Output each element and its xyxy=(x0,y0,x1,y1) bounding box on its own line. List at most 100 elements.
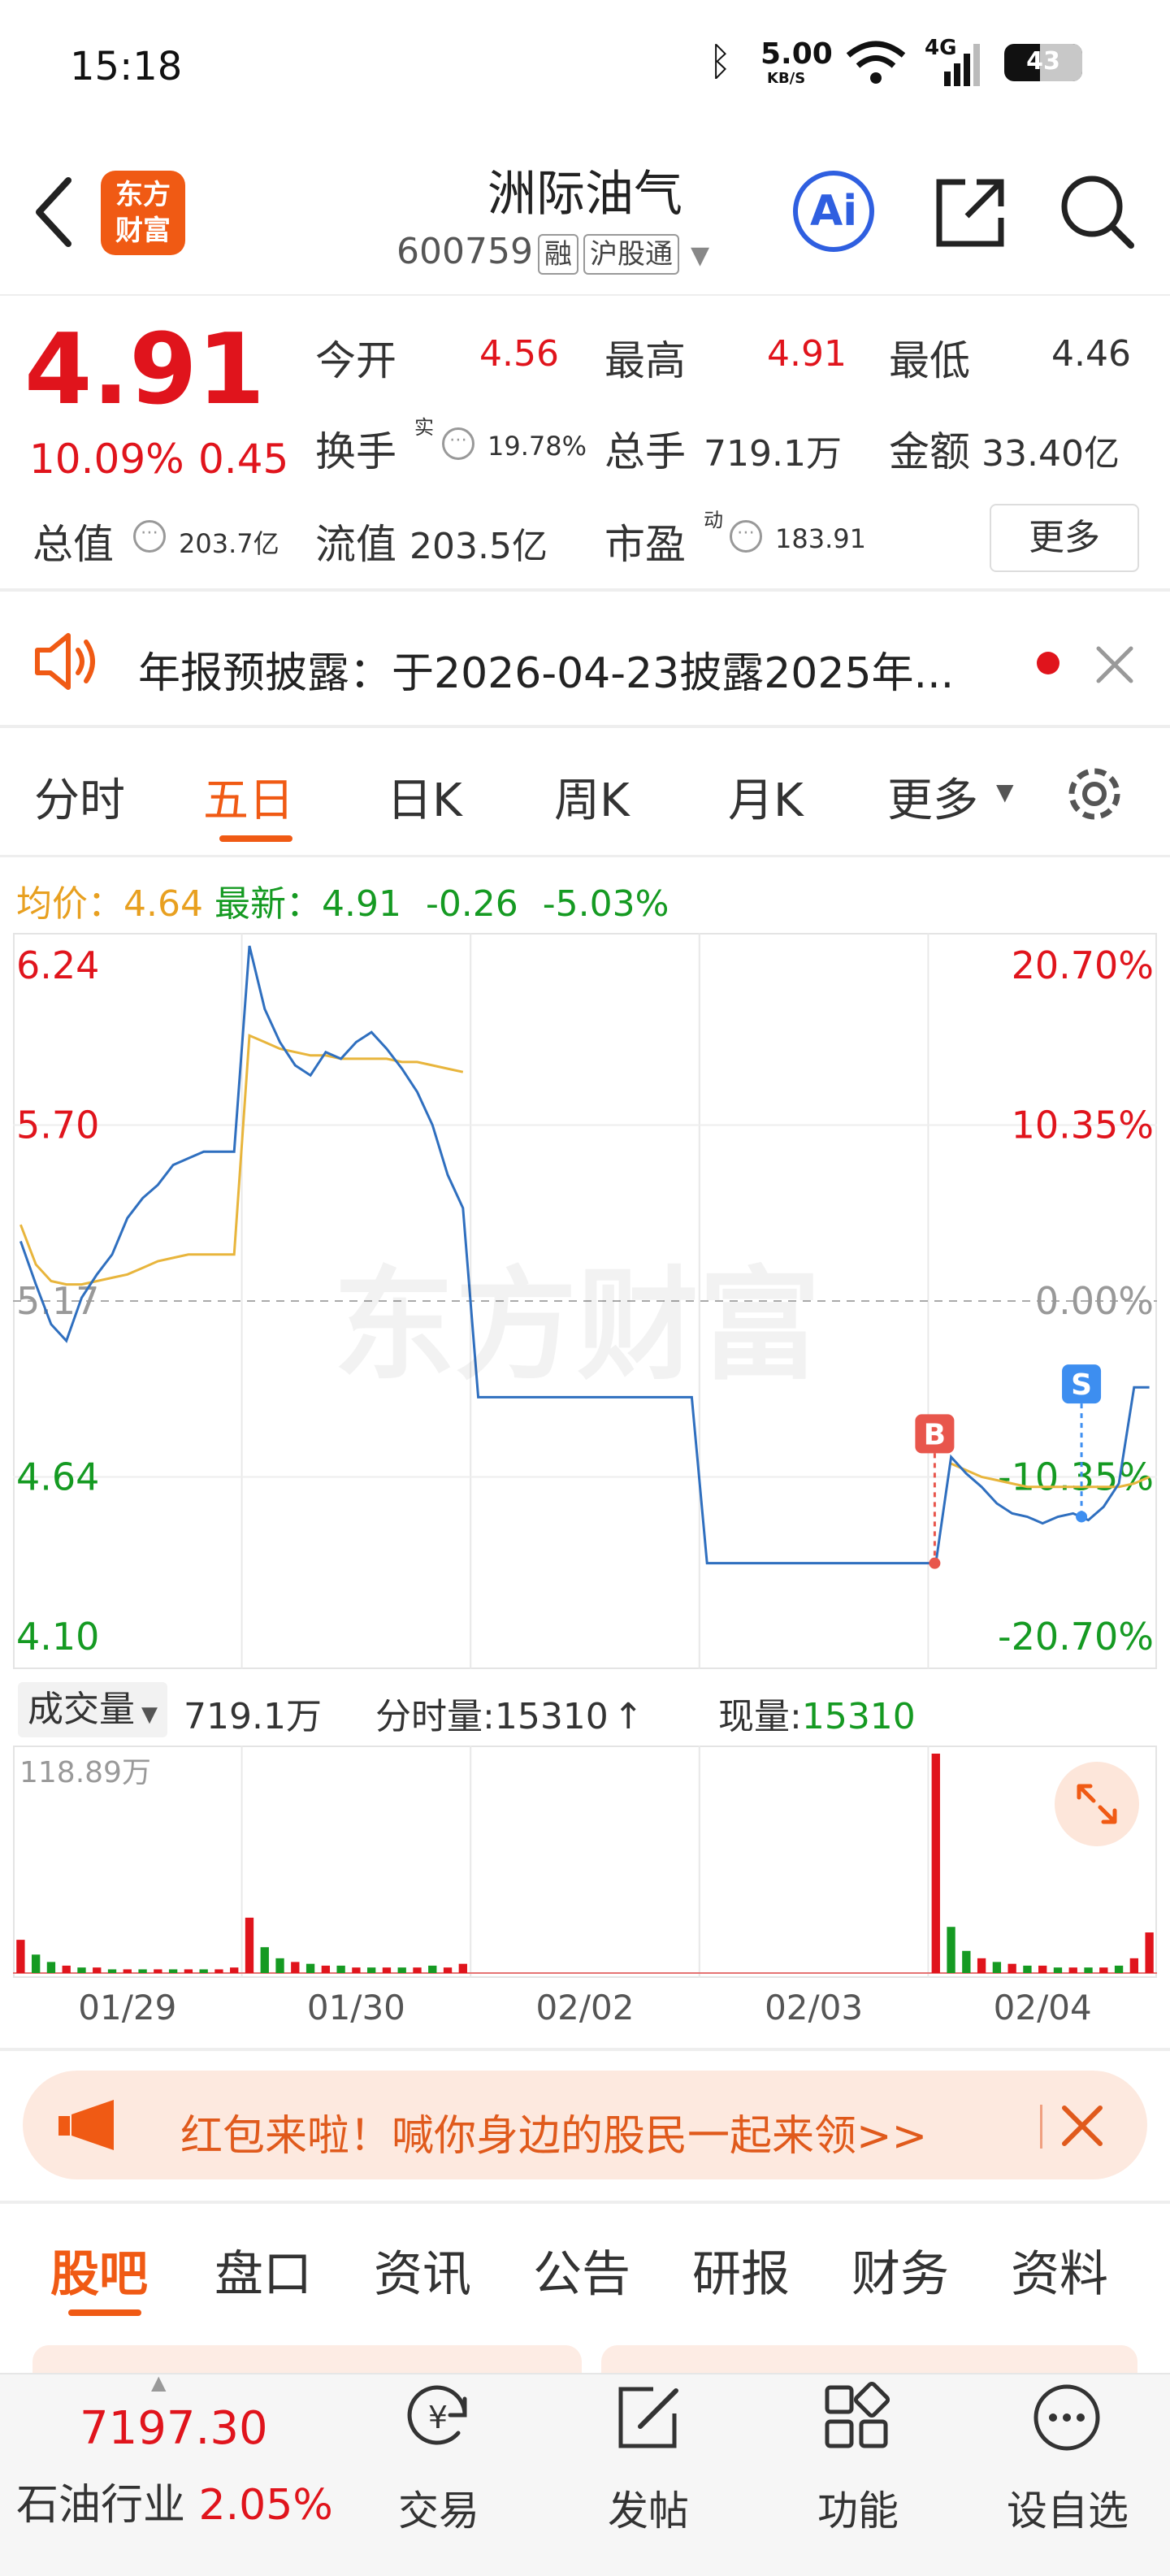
stock-code: 600759 xyxy=(396,231,533,272)
marker-b-label: B xyxy=(924,1418,946,1451)
info-icon[interactable]: ⋯ xyxy=(133,520,166,553)
mktcap-label: 总值 xyxy=(32,521,114,568)
volume-bar xyxy=(413,1967,422,1973)
day-label: 02/02 xyxy=(535,1988,635,2027)
tab-monthly-k[interactable]: 月K xyxy=(728,764,804,830)
megaphone-icon xyxy=(58,2100,114,2150)
volume-bar xyxy=(77,1967,86,1973)
change-amt: 0.45 xyxy=(198,436,289,483)
info-icon[interactable]: ⋯ xyxy=(730,520,762,553)
trade-icon[interactable]: ¥ xyxy=(401,2381,474,2454)
price-tick-label: 4.10 xyxy=(16,1615,99,1659)
open-value: 4.56 xyxy=(479,333,559,375)
volume-bar xyxy=(46,1962,56,1973)
tab-financials[interactable]: 财务 xyxy=(852,2235,949,2305)
more-button[interactable]: 更多 xyxy=(990,504,1139,572)
volume-selector[interactable]: 成交量 ▼ xyxy=(18,1682,167,1737)
signal-icon xyxy=(944,44,980,86)
price-tick-label: 5.70 xyxy=(16,1104,99,1147)
industry-row[interactable]: 石油行业 2.05% xyxy=(16,2470,333,2531)
chevron-down-icon[interactable]: ▼ xyxy=(691,241,709,270)
high-value: 4.91 xyxy=(767,333,847,375)
marker-s-dot xyxy=(1076,1511,1088,1523)
day-label: 01/30 xyxy=(306,1988,405,2027)
volume-bar xyxy=(947,1927,956,1973)
volume-bar xyxy=(138,1969,147,1973)
day-label: 02/04 xyxy=(993,1988,1092,2027)
mktcap-value: 203.7亿 xyxy=(179,528,280,559)
close-icon[interactable] xyxy=(1094,644,1136,686)
float-value: 203.5亿 xyxy=(410,526,548,567)
volume-bar xyxy=(260,1947,269,1973)
volume-bar xyxy=(458,1963,467,1973)
info-icon[interactable]: ⋯ xyxy=(442,427,474,460)
pe-label: 市盈 xyxy=(604,521,686,568)
volume-total: 719.1万 xyxy=(184,1696,322,1737)
gear-icon[interactable] xyxy=(1060,759,1129,829)
volume-bar xyxy=(397,1967,406,1973)
volume-bar xyxy=(1145,1932,1154,1973)
tab-more[interactable]: 更多 xyxy=(887,764,978,830)
tab-profile[interactable]: 资料 xyxy=(1011,2235,1108,2305)
search-icon[interactable] xyxy=(1056,171,1138,252)
tab-weekly-k[interactable]: 周K xyxy=(554,764,630,830)
industry-index[interactable]: 7197.30 xyxy=(80,2402,268,2455)
pct-tick-label: 20.70% xyxy=(1012,943,1154,987)
tab-intraday[interactable]: 分时 xyxy=(34,764,125,830)
volume-bar xyxy=(321,1965,331,1973)
volume-bar xyxy=(1129,1958,1139,1973)
volume-value: 719.1万 xyxy=(704,433,842,475)
volume-chart[interactable] xyxy=(13,1746,1157,1978)
marker-s-label: S xyxy=(1071,1368,1092,1402)
bottom-tab-indicator xyxy=(68,2309,141,2316)
stock-code-row: 600759 融沪股通 ▼ xyxy=(396,231,709,275)
nav-watchlist[interactable]: 设自选 xyxy=(986,2478,1149,2537)
share-icon[interactable] xyxy=(930,172,1011,254)
turnover-sup: 实 xyxy=(414,416,434,439)
volume-frame xyxy=(13,1746,1157,1978)
notice-text[interactable]: 年报预披露：于2026-04-23披露2025年... xyxy=(138,639,954,700)
open-label: 今开 xyxy=(315,337,396,384)
grid-icon[interactable] xyxy=(821,2381,894,2454)
tab-daily-k[interactable]: 日K xyxy=(387,764,462,830)
volume-bar xyxy=(1099,1967,1108,1973)
back-icon[interactable] xyxy=(29,176,78,249)
ai-button[interactable]: Ai xyxy=(793,171,874,252)
compose-icon[interactable] xyxy=(611,2381,684,2454)
tab-research[interactable]: 研报 xyxy=(692,2235,790,2305)
volume-bar xyxy=(62,1965,71,1973)
chevron-down-icon[interactable]: ▼ xyxy=(141,1702,158,1727)
volume-bar xyxy=(382,1967,392,1973)
volume-bar xyxy=(230,1967,239,1973)
pe-value: 183.91 xyxy=(775,523,866,554)
promo-text[interactable]: 红包来啦！喊你身边的股民一起来领>> xyxy=(180,2101,927,2162)
chevron-down-icon[interactable]: ▼ xyxy=(996,778,1014,805)
current-volume: 现量:15310 xyxy=(718,1696,916,1737)
close-icon[interactable] xyxy=(1060,2103,1105,2149)
unread-dot xyxy=(1037,652,1060,674)
chart-change: -0.26 xyxy=(425,883,518,925)
tab-orderbook[interactable]: 盘口 xyxy=(214,2235,312,2305)
nav-functions[interactable]: 功能 xyxy=(777,2478,939,2537)
volume-bar xyxy=(214,1969,223,1973)
net-speed: 5.00 xyxy=(760,37,833,71)
tab-forum[interactable]: 股吧 xyxy=(50,2235,148,2305)
change-pct: 10.09% xyxy=(29,436,184,483)
volume-bar xyxy=(367,1967,376,1973)
volume-bar xyxy=(107,1969,117,1973)
pct-tick-label: -10.35% xyxy=(998,1455,1154,1498)
tab-five-day[interactable]: 五日 xyxy=(203,764,294,830)
nav-post[interactable]: 发帖 xyxy=(567,2478,730,2537)
tab-news[interactable]: 资讯 xyxy=(374,2235,471,2305)
volume-bar xyxy=(443,1967,453,1973)
industry-name: 石油行业 xyxy=(16,2481,186,2530)
nav-trade[interactable]: 交易 xyxy=(358,2478,520,2537)
turnover-value: 19.78% xyxy=(488,431,587,462)
volume-bar xyxy=(31,1954,41,1973)
more-dots-icon[interactable] xyxy=(1030,2381,1103,2454)
expand-button[interactable] xyxy=(1055,1762,1139,1846)
latest-label: 最新： xyxy=(214,883,322,925)
volume-bar xyxy=(245,1917,254,1973)
chart-change-pct: -5.03% xyxy=(542,883,670,925)
tab-announcements[interactable]: 公告 xyxy=(533,2235,630,2305)
